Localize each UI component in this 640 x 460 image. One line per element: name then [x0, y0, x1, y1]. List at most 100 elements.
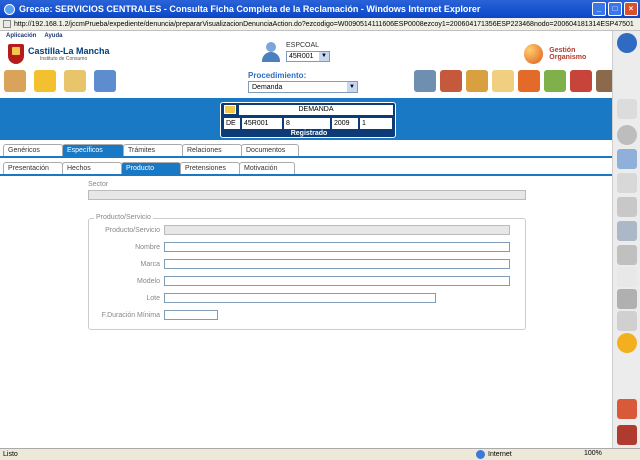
- status-text: Listo: [3, 451, 18, 458]
- maximize-button[interactable]: □: [608, 2, 622, 16]
- user-select[interactable]: 45R001 ▼: [286, 51, 330, 62]
- field-label: Lote: [146, 294, 160, 302]
- user-icon: [262, 42, 280, 62]
- producto-servicio-field[interactable]: [164, 225, 510, 235]
- search-icon[interactable]: [617, 99, 637, 119]
- edit-icon[interactable]: [617, 399, 637, 419]
- form-row: Marca: [88, 259, 510, 269]
- fecha-duracion-field[interactable]: [164, 310, 218, 320]
- stamp-icon[interactable]: [4, 70, 26, 92]
- document-icon[interactable]: [617, 173, 637, 193]
- field-label: Modelo: [137, 277, 160, 285]
- printer-icon[interactable]: [617, 245, 637, 265]
- tab-especificos[interactable]: Específicos: [62, 144, 124, 156]
- folder-person-icon[interactable]: [34, 70, 56, 92]
- menu-item-aplicacion[interactable]: Aplicación: [6, 33, 36, 39]
- archive-icon[interactable]: [466, 70, 488, 92]
- form-row: F.Duración Mínima: [88, 310, 218, 320]
- crest-icon: [8, 44, 24, 64]
- user-name: ESPCOAL: [286, 42, 320, 49]
- address-bar[interactable]: http://192.168.1.2/jccmPrueba/expediente…: [0, 18, 640, 31]
- exit-icon[interactable]: [617, 425, 637, 445]
- marca-field[interactable]: [164, 259, 510, 269]
- menu-bar: Aplicación Ayuda: [0, 31, 612, 40]
- globe-icon: [524, 44, 544, 64]
- info-icon[interactable]: [617, 33, 637, 53]
- world-icon[interactable]: [518, 70, 540, 92]
- status-bar: Listo Internet 100%: [0, 448, 640, 460]
- tab-hechos[interactable]: Hechos: [62, 162, 122, 174]
- demanda-cell: DE: [224, 118, 240, 129]
- field-label: Nombre: [135, 243, 160, 251]
- chevron-down-icon: ▼: [347, 82, 357, 92]
- procedimiento-select[interactable]: Demanda ▼: [248, 81, 358, 93]
- form-row: Modelo: [88, 276, 510, 286]
- lote-field[interactable]: [164, 293, 436, 303]
- tab-tramites[interactable]: Trámites: [123, 144, 183, 156]
- logo-subtext: Instituto de Consumo: [40, 56, 88, 62]
- zone-indicator: Internet: [476, 450, 512, 459]
- tabs-divider: [0, 174, 612, 176]
- close-button[interactable]: ×: [624, 2, 638, 16]
- menu-item-ayuda[interactable]: Ayuda: [44, 33, 62, 39]
- demanda-cell: 8: [284, 118, 330, 129]
- logo-text: Castilla-La Mancha: [28, 46, 110, 56]
- demanda-status: Registrado: [290, 130, 328, 137]
- window-titlebar: Grecae: SERVICIOS CENTRALES - Consulta F…: [0, 0, 640, 18]
- tab-relaciones[interactable]: Relaciones: [182, 144, 242, 156]
- printer-icon[interactable]: [94, 70, 116, 92]
- tabs-primary: Genéricos Específicos Trámites Relacione…: [3, 144, 299, 156]
- modelo-field[interactable]: [164, 276, 510, 286]
- gestion-organismo-link[interactable]: Gestión Organismo: [524, 44, 612, 64]
- logo: Castilla-La Mancha Instituto de Consumo: [8, 44, 110, 64]
- sector-field[interactable]: [88, 190, 526, 200]
- tabs-secondary: Presentación Hechos Producto Pretensione…: [3, 162, 295, 174]
- nombre-field[interactable]: [164, 242, 510, 252]
- stamp-icon[interactable]: [617, 289, 637, 309]
- disk-icon[interactable]: [617, 197, 637, 217]
- envelope-icon[interactable]: [492, 70, 514, 92]
- address-url[interactable]: http://192.168.1.2/jccmPrueba/expediente…: [14, 21, 634, 28]
- laptop-icon[interactable]: [414, 70, 436, 92]
- gear-icon[interactable]: [617, 333, 637, 353]
- right-sidebar: [612, 31, 640, 448]
- field-label: Marca: [140, 260, 160, 268]
- tab-documentos[interactable]: Documentos: [241, 144, 299, 156]
- folder-icon[interactable]: [64, 70, 86, 92]
- demanda-tag-icon: [224, 105, 236, 114]
- form-row: Nombre: [88, 242, 510, 252]
- chevron-down-icon: ▼: [319, 52, 329, 61]
- demanda-panel: DEMANDA DE 45R001 8 2009 1 Registrado: [220, 102, 396, 138]
- back-icon[interactable]: [617, 125, 637, 145]
- procedimiento-label: Procedimiento:: [248, 71, 307, 80]
- pages-icon[interactable]: [617, 267, 637, 287]
- books-icon[interactable]: [440, 70, 462, 92]
- demanda-cell: 2009: [332, 118, 358, 129]
- field-label: F.Duración Mínima: [101, 311, 160, 319]
- tab-genericos[interactable]: Genéricos: [3, 144, 63, 156]
- sector-label: Sector: [88, 181, 109, 188]
- demanda-title: DEMANDA: [239, 105, 393, 115]
- demanda-cell: 45R001: [242, 118, 282, 129]
- minimize-button[interactable]: _: [592, 2, 606, 16]
- tab-pretensiones[interactable]: Pretensiones: [180, 162, 240, 174]
- left-toolbar: [4, 70, 116, 92]
- tab-presentacion[interactable]: Presentación: [3, 162, 63, 174]
- search-doc-icon[interactable]: [544, 70, 566, 92]
- tabs-divider: [0, 156, 612, 158]
- tools-icon[interactable]: [617, 221, 637, 241]
- fieldset-legend: Producto/Servicio: [94, 214, 153, 221]
- window-title: Grecae: SERVICIOS CENTRALES - Consulta F…: [19, 4, 481, 14]
- zoom-level[interactable]: 100%: [584, 450, 602, 457]
- demanda-cell: 1: [360, 118, 392, 129]
- list-icon[interactable]: [617, 149, 637, 169]
- tab-producto[interactable]: Producto: [121, 162, 181, 174]
- app-header: Castilla-La Mancha Instituto de Consumo …: [0, 40, 640, 98]
- font-icon[interactable]: [617, 311, 637, 331]
- ie-icon: [4, 3, 15, 15]
- globe-icon: [476, 450, 485, 459]
- scale-icon[interactable]: [570, 70, 592, 92]
- tab-motivacion[interactable]: Motivación: [239, 162, 295, 174]
- form-row: Lote: [88, 293, 436, 303]
- user-panel: ESPCOAL 45R001 ▼: [262, 42, 330, 62]
